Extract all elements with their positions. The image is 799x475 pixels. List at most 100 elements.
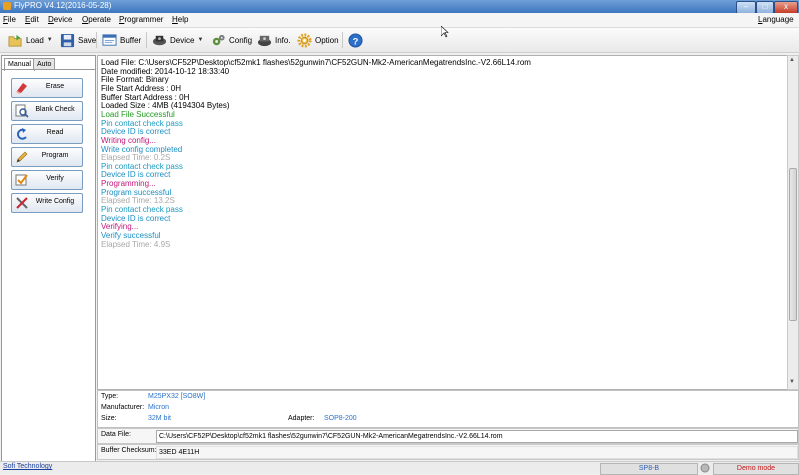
write-config-label: Write Config (35, 198, 75, 205)
eraser-icon (16, 83, 27, 94)
data-file-label: Data File: (101, 431, 131, 438)
data-file-row: Data File: C:\Users\CF52P\Desktop\cf52mk… (97, 428, 799, 444)
save-label: Save (78, 35, 97, 45)
read-label: Read (46, 129, 64, 136)
data-file-path-field[interactable]: C:\Users\CF52P\Desktop\cf52mk1 flashes\5… (156, 430, 798, 443)
log-line: Write config completed (101, 144, 183, 154)
magnifier-icon (15, 104, 29, 118)
load-label: Load (26, 35, 44, 45)
log-line: Device ID is correct (101, 213, 171, 223)
blank-check-button[interactable]: Blank Check (11, 101, 83, 121)
menu-bar: File Edit Device Operate Programmer Help… (0, 13, 799, 28)
log-line: Device ID is correct (101, 127, 171, 137)
window-title: FlyPRO V4.12(2016-05-28) (14, 1, 112, 10)
read-arrow-icon (16, 128, 27, 140)
program-label: Program (41, 152, 69, 159)
adapter-label: Adapter: (288, 415, 315, 422)
menu-edit[interactable]: Edit (25, 15, 39, 24)
log-line: Device ID is correct (101, 170, 171, 180)
menu-device[interactable]: Device (48, 15, 72, 24)
option-button[interactable]: Option (297, 31, 339, 49)
log-line: Load File Successful (101, 109, 175, 119)
log-line: Pin contact check pass (101, 118, 183, 128)
log-line: File Start Address : 0H (101, 83, 182, 93)
config-label: Config (229, 35, 253, 45)
toolbar: Load ▼ Save Buffer Device ▼ Config Info.… (0, 26, 799, 53)
menu-programmer[interactable]: Programmer (119, 15, 163, 24)
toolbar-separator (146, 32, 147, 48)
tab-divider (2, 69, 95, 70)
read-button[interactable]: Read (11, 124, 83, 144)
scroll-thumb[interactable] (789, 168, 797, 321)
checksum-label: Buffer Checksum: (101, 447, 157, 454)
checksum-row: Buffer Checksum: 33ED 4E11H (97, 444, 799, 460)
device-label: Device (170, 35, 195, 45)
folder-open-icon (8, 34, 22, 46)
load-button[interactable]: Load ▼ (8, 31, 53, 49)
device-button[interactable]: Device ▼ (152, 31, 203, 49)
size-label: Size: (101, 415, 117, 422)
config-gears-icon (212, 34, 225, 45)
chevron-down-icon[interactable]: ▼ (197, 37, 203, 43)
verify-button[interactable]: Verify (11, 170, 83, 190)
help-glyph: ? (353, 36, 359, 46)
scroll-up-icon[interactable]: ▲ (789, 57, 795, 63)
info-label: Info. (275, 35, 291, 45)
log-line: Loaded Size : 4MB (4194304 Bytes) (101, 101, 230, 111)
erase-button[interactable]: Erase (11, 78, 83, 98)
program-button[interactable]: Program (11, 147, 83, 167)
log-line: Program successful (101, 187, 172, 197)
manufacturer-label: Manufacturer: (101, 404, 145, 411)
log-line: Verify successful (101, 231, 161, 240)
help-icon: ? (348, 32, 363, 48)
save-button[interactable]: Save (60, 31, 96, 49)
menu-help[interactable]: Help (172, 15, 188, 24)
log-scrollbar[interactable]: ▲ ▼ (787, 55, 799, 390)
log-line: Load File: C:\Users\CF52P\Desktop\cf52mk… (101, 58, 531, 67)
log-output[interactable]: Load File: C:\Users\CF52P\Desktop\cf52mk… (97, 55, 789, 390)
app-icon (3, 2, 11, 10)
blank-check-label: Blank Check (35, 106, 75, 113)
floppy-disk-icon (60, 33, 75, 47)
config-button[interactable]: Config (211, 31, 252, 49)
type-value: M25PX32 [SO8W] (148, 393, 206, 400)
log-line: Elapsed Time: 13.2S (101, 196, 175, 206)
company-link[interactable]: Sofi Technology (3, 463, 52, 470)
info-device-icon (257, 35, 272, 46)
option-label: Option (315, 35, 339, 45)
log-line: File Format: Binary (101, 75, 169, 85)
status-bar: Sofi Technology SP8-B Demo mode (0, 461, 799, 475)
mouse-cursor-icon (441, 26, 449, 38)
buffer-button[interactable]: Buffer (102, 31, 141, 49)
chevron-down-icon[interactable]: ▼ (47, 37, 53, 43)
toolbar-separator (96, 32, 97, 48)
log-line: Programming... (101, 179, 156, 189)
buffer-icon (102, 33, 117, 46)
verify-label: Verify (46, 175, 64, 182)
chip-device-icon (152, 35, 167, 45)
checkmark-icon (15, 174, 28, 186)
device-info-panel: Type: M25PX32 [SO8W] Manufacturer: Micro… (97, 390, 799, 428)
help-button[interactable]: ? (348, 31, 363, 49)
log-line: Buffer Start Address : 0H (101, 92, 190, 102)
menu-operate[interactable]: Operate (82, 15, 111, 24)
log-line: Elapsed Time: 0.2S (101, 153, 171, 163)
manufacturer-value: Micron (148, 404, 170, 411)
menu-file[interactable]: File (3, 15, 16, 24)
buffer-label: Buffer (120, 35, 142, 45)
pencil-icon (16, 151, 28, 163)
toolbar-separator (342, 32, 343, 48)
programmer-status: SP8-B (600, 463, 698, 475)
log-line: Pin contact check pass (101, 161, 183, 171)
info-button[interactable]: Info. (257, 31, 291, 49)
log-line: Writing config... (101, 135, 156, 145)
scroll-down-icon[interactable]: ▼ (789, 379, 795, 385)
adapter-value: SOP8-200 (324, 415, 357, 422)
erase-label: Erase (45, 83, 65, 90)
write-config-button[interactable]: Write Config (11, 193, 83, 213)
size-value: 32M bit (148, 415, 171, 422)
gear-icon (297, 32, 312, 48)
checksum-value: 33ED 4E11H (156, 446, 798, 459)
menu-language[interactable]: Language (758, 15, 794, 24)
log-line: Elapsed Time: 4.9S (101, 239, 171, 249)
